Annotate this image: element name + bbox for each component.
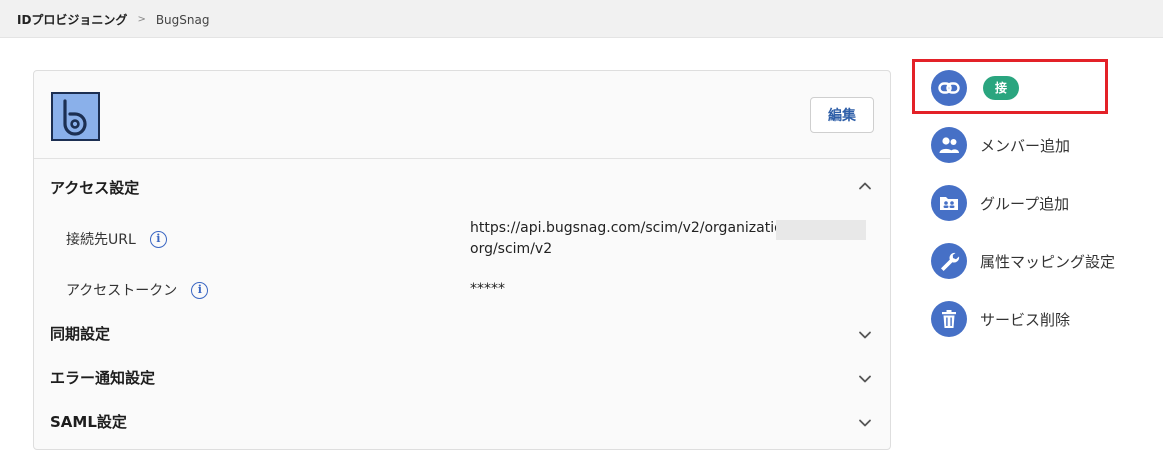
section-access-settings[interactable]: アクセス設定 <box>50 177 139 198</box>
info-icon[interactable]: i <box>191 281 209 299</box>
chevron-up-icon[interactable] <box>858 179 872 193</box>
bugsnag-logo <box>51 92 100 141</box>
top-bar: IDプロビジョニング > BugSnag <box>0 0 1163 38</box>
add-group-button[interactable]: グループ追加 <box>931 185 1069 221</box>
field-url-label: 接続先URL i <box>66 229 167 249</box>
breadcrumb-current: BugSnag <box>155 12 210 27</box>
section-saml-settings[interactable]: SAML設定 <box>50 411 127 432</box>
url-value-line2: org/scim/v2 <box>470 241 553 257</box>
redacted-block <box>776 220 866 240</box>
attribute-mapping-button[interactable]: 属性マッピング設定 <box>931 243 1115 279</box>
chevron-down-icon[interactable] <box>858 416 872 430</box>
url-value: https://api.bugsnag.com/scim/v2/organiza… <box>470 218 799 260</box>
chevron-down-icon[interactable] <box>858 328 872 342</box>
card-header: 編集 <box>34 71 890 159</box>
token-label-text: アクセストークン <box>66 283 178 299</box>
info-icon[interactable]: i <box>149 230 167 248</box>
chevron-down-icon[interactable] <box>858 372 872 386</box>
add-group-label: グループ追加 <box>980 194 1070 213</box>
wrench-icon <box>931 243 967 279</box>
breadcrumb: IDプロビジョニング > BugSnag <box>17 11 209 28</box>
add-member-button[interactable]: メンバー追加 <box>931 127 1070 163</box>
breadcrumb-root[interactable]: IDプロビジョニング <box>17 11 127 28</box>
token-value: ***** <box>470 281 505 297</box>
add-member-label: メンバー追加 <box>980 136 1071 155</box>
field-token-label: アクセストークン i <box>66 280 209 300</box>
url-value-line1: https://api.bugsnag.com/scim/v2/organiza… <box>470 220 799 236</box>
section-error-notification[interactable]: エラー通知設定 <box>50 367 155 388</box>
edit-button[interactable]: 編集 <box>810 97 874 133</box>
service-card: 編集 アクセス設定 接続先URL i https://api.bugsnag.c… <box>33 70 891 450</box>
attribute-mapping-label: 属性マッピング設定 <box>980 252 1116 271</box>
group-folder-icon <box>931 185 967 221</box>
url-label-text: 接続先URL <box>66 232 136 248</box>
highlight-box <box>912 59 1108 114</box>
section-sync-settings[interactable]: 同期設定 <box>50 323 110 344</box>
delete-service-label: サービス削除 <box>980 310 1071 329</box>
trash-icon <box>931 301 967 337</box>
breadcrumb-separator: > <box>137 14 146 25</box>
people-icon <box>931 127 967 163</box>
delete-service-button[interactable]: サービス削除 <box>931 301 1070 337</box>
